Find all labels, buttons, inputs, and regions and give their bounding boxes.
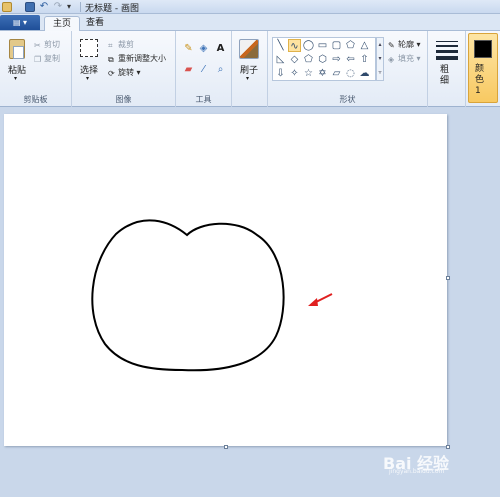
- left-arrow-shape-icon[interactable]: ⇦: [344, 53, 357, 66]
- rectangle-shape-icon[interactable]: ▭: [316, 39, 329, 52]
- outline-icon: ✎: [388, 41, 395, 50]
- tab-home[interactable]: 主页: [44, 16, 81, 32]
- shapes-group: ╲ ∿ ◯ ▭ ▢ ⬠ △ ◺ ◇ ⬠ ⬡ ⇨ ⇦ ⇧ ⇩ ✧ ☆ ✡ ▱ ◌ …: [268, 31, 428, 107]
- image-group-label: 图像: [115, 95, 132, 104]
- window-title: 无标题 - 画图: [85, 4, 139, 14]
- drawing-canvas[interactable]: [4, 114, 447, 446]
- fill-icon: ◈: [388, 55, 395, 64]
- resize-handle-right[interactable]: [446, 276, 450, 280]
- line-width-icon: [436, 41, 458, 63]
- undo-icon[interactable]: ↶: [39, 2, 49, 12]
- color1-label: 颜色 1: [475, 64, 485, 96]
- brush-icon: [239, 39, 259, 59]
- title-separator: [80, 2, 81, 12]
- paint-app-icon[interactable]: [2, 2, 12, 12]
- copy-label: 复制: [44, 54, 60, 63]
- up-arrow-shape-icon[interactable]: ⇧: [358, 53, 371, 66]
- right-arrow-shape-icon[interactable]: ⇨: [330, 53, 343, 66]
- resize-label: 重新调整大小: [118, 54, 166, 63]
- triangle-shape-icon[interactable]: △: [358, 39, 371, 52]
- redo-icon[interactable]: ↷: [53, 2, 63, 12]
- watermark: Bai 经验 jingyan.baidu.com: [383, 446, 495, 475]
- crop-button[interactable]: ⌗ 裁剪: [108, 39, 134, 50]
- resize-button[interactable]: ⧉ 重新调整大小: [108, 53, 166, 64]
- fill-bucket-icon[interactable]: ◈: [197, 42, 210, 55]
- eraser-icon[interactable]: ▰: [182, 63, 195, 76]
- hexagon-shape-icon[interactable]: ⬡: [316, 53, 329, 66]
- callout-shape-icon[interactable]: ▱: [330, 67, 343, 80]
- polygon-shape-icon[interactable]: ⬠: [344, 39, 357, 52]
- resize-icon: ⧉: [108, 55, 114, 64]
- hand-drawn-shape: [91, 219, 285, 372]
- image-group: 选择 ▾ ⌗ 裁剪 ⧉ 重新调整大小 ⟳ 旋转 ▾ 图像: [72, 31, 176, 107]
- size-group: 粗细: [428, 31, 466, 107]
- rotate-icon: ⟳: [108, 69, 115, 78]
- line-shape-icon[interactable]: ╲: [274, 39, 287, 52]
- color-picker-icon[interactable]: ⁄: [197, 63, 210, 76]
- ribbon: 粘贴 ▾ ✂ 剪切 ❐ 复制 剪贴板 选择 ▾ ⌗ 裁剪 ⧉ 重新调整大小 ⟳ 旋转 ▾ …: [0, 31, 500, 107]
- down-arrow-shape-icon[interactable]: ⇩: [274, 67, 287, 80]
- size-button[interactable]: 粗细: [434, 37, 460, 91]
- clipboard-icon: [9, 39, 25, 59]
- rotate-label: 旋转: [118, 68, 134, 77]
- crop-icon: ⌗: [108, 41, 113, 50]
- six-point-star-shape-icon[interactable]: ✡: [316, 67, 329, 80]
- fill-label: 填充: [398, 54, 414, 63]
- magnifier-icon[interactable]: ⌕: [214, 63, 227, 76]
- canvas-drawing: [91, 219, 333, 372]
- fill-button[interactable]: ◈ 填充 ▾: [388, 53, 421, 64]
- rotate-button[interactable]: ⟳ 旋转 ▾: [108, 67, 141, 78]
- chevron-down-icon: ▾: [86, 75, 90, 82]
- color1-swatch: [474, 40, 492, 58]
- diamond-shape-icon[interactable]: ◇: [288, 53, 301, 66]
- oval-callout-shape-icon[interactable]: ◌: [344, 67, 357, 80]
- customize-quick-access-icon[interactable]: ▾: [67, 2, 77, 12]
- pentagon-shape-icon[interactable]: ⬠: [302, 53, 315, 66]
- cut-button[interactable]: ✂ 剪切: [34, 39, 60, 50]
- ribbon-tabs: ▤ ▾ 主页 查看: [0, 14, 500, 32]
- select-button[interactable]: 选择 ▾: [78, 37, 100, 87]
- rounded-rectangle-shape-icon[interactable]: ▢: [330, 39, 343, 52]
- watermark-url: jingyan.baidu.com: [389, 468, 445, 475]
- oval-shape-icon[interactable]: ◯: [302, 39, 315, 52]
- tools-group: ✎ ◈ A ▰ ⁄ ⌕ 工具: [176, 31, 232, 107]
- outline-button[interactable]: ✎ 轮廓 ▾: [388, 39, 421, 50]
- save-icon[interactable]: [25, 2, 35, 12]
- selection-icon: [80, 39, 98, 57]
- pencil-icon[interactable]: ✎: [182, 42, 195, 55]
- title-bar: ↶ ↷ ▾ 无标题 - 画图: [0, 0, 500, 14]
- tab-view[interactable]: 查看: [78, 16, 112, 31]
- paint-menu-button[interactable]: ▤ ▾: [0, 15, 40, 30]
- chevron-down-icon: ▾: [246, 75, 250, 82]
- outline-label: 轮廓: [398, 40, 414, 49]
- chevron-down-icon: ▾: [14, 75, 18, 82]
- brushes-group: 刷子 ▾: [232, 31, 268, 107]
- right-triangle-shape-icon[interactable]: ◺: [274, 53, 287, 66]
- color1-button[interactable]: 颜色 1: [468, 33, 498, 103]
- four-point-star-shape-icon[interactable]: ✧: [288, 67, 301, 80]
- text-icon[interactable]: A: [214, 42, 227, 55]
- shapes-group-label: 形状: [339, 95, 356, 104]
- cloud-callout-shape-icon[interactable]: ☁: [358, 67, 371, 80]
- shapes-gallery-scrollbar[interactable]: ▴ ▾ ▿: [376, 37, 384, 81]
- clipboard-group: 粘贴 ▾ ✂ 剪切 ❐ 复制 剪贴板: [0, 31, 72, 107]
- tools-group-label: 工具: [195, 95, 212, 104]
- copy-button[interactable]: ❐ 复制: [34, 53, 60, 64]
- resize-handle-bottom[interactable]: [224, 445, 228, 449]
- shapes-gallery: ╲ ∿ ◯ ▭ ▢ ⬠ △ ◺ ◇ ⬠ ⬡ ⇨ ⇦ ⇧ ⇩ ✧ ☆ ✡ ▱ ◌ …: [272, 37, 376, 81]
- copy-icon: ❐: [34, 55, 42, 64]
- crop-label: 裁剪: [118, 40, 134, 49]
- brushes-button[interactable]: 刷子 ▾: [236, 37, 264, 87]
- workspace: [0, 107, 500, 497]
- scissors-icon: ✂: [34, 41, 41, 50]
- curve-shape-icon[interactable]: ∿: [288, 39, 301, 52]
- red-arrow-head: [308, 298, 318, 306]
- size-label: 粗细: [440, 65, 450, 86]
- cut-label: 剪切: [44, 40, 60, 49]
- paste-button[interactable]: 粘贴 ▾: [6, 37, 28, 85]
- five-point-star-shape-icon[interactable]: ☆: [302, 67, 315, 80]
- clipboard-group-label: 剪贴板: [23, 95, 48, 104]
